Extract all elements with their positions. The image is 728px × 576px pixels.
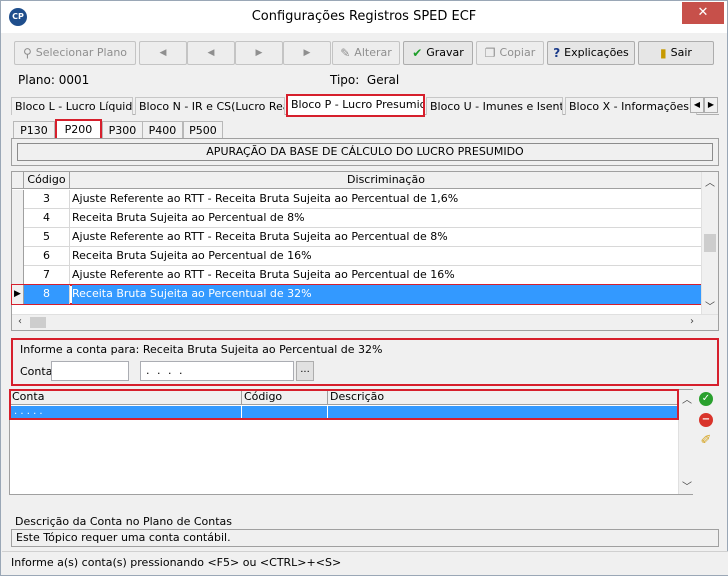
section-panel: APURAÇÃO DA BASE DE CÁLCULO DO LUCRO PRE… — [11, 138, 719, 166]
edit-document-icon: ✎ — [340, 46, 351, 60]
exit-door-icon: ▮ — [660, 46, 667, 60]
tab-bloco-u[interactable]: Bloco U - Imunes e Isentas — [426, 97, 563, 115]
descricao-conta-label: Descrição da Conta no Plano de Contas — [15, 515, 233, 528]
row-code: 3 — [24, 190, 70, 209]
grid-header: Código Discriminação — [12, 172, 718, 189]
vertical-scrollbar[interactable]: ︿ ﹀ — [701, 172, 718, 314]
scroll-thumb[interactable] — [30, 317, 46, 328]
row-description: Ajuste Referente ao RTT - Receita Bruta … — [72, 192, 459, 205]
help-icon: ? — [553, 46, 561, 60]
window-title: Configurações Registros SPED ECF — [251, 9, 477, 24]
tab-p500[interactable]: P500 — [183, 121, 223, 139]
row-description: Receita Bruta Sujeita ao Percentual de 3… — [72, 285, 702, 304]
table-row[interactable]: 4 Receita Bruta Sujeita ao Percentual de… — [12, 209, 702, 228]
accounts-vertical-scrollbar[interactable]: ︿ ﹀ — [678, 390, 695, 494]
search-user-icon: ⚲ — [22, 46, 32, 60]
row-description: Receita Bruta Sujeita ao Percentual de 8… — [72, 211, 305, 224]
arrow-right-icon: ▶ — [303, 48, 311, 58]
tab-p400[interactable]: P400 — [142, 121, 183, 139]
table-row[interactable]: 5 Ajuste Referente ao RTT - Receita Brut… — [12, 228, 702, 247]
chevron-up-icon[interactable]: ︿ — [702, 174, 718, 189]
tab-bloco-n[interactable]: Bloco N - IR e CS(Lucro Real) — [135, 97, 285, 115]
tab-p200[interactable]: P200 — [55, 119, 102, 141]
tab-p300[interactable]: P300 — [102, 121, 143, 139]
row-code: 5 — [24, 228, 70, 247]
copiar-label: Copiar — [499, 46, 536, 59]
plano-label: Plano: 0001 — [18, 73, 90, 87]
arrow-left-icon: ◀ — [159, 48, 167, 58]
add-account-icon[interactable]: ✓ — [699, 392, 713, 406]
chevron-down-icon[interactable]: ﹀ — [679, 478, 695, 493]
tipo-label: Tipo: Geral — [330, 73, 400, 87]
main-window: CP Configurações Registros SPED ECF ✕ ⚲ S… — [0, 0, 728, 576]
tab-bloco-p[interactable]: Bloco P - Lucro Presumido — [286, 94, 425, 117]
gravar-button[interactable]: ✔ Gravar — [403, 41, 473, 65]
column-header-codigo[interactable]: Código — [24, 172, 70, 189]
row-description: Ajuste Referente ao RTT - Receita Bruta … — [72, 268, 455, 281]
checkmark-icon: ✔ — [412, 46, 423, 60]
conta-label: Conta — [20, 365, 53, 378]
row-code: 7 — [24, 266, 70, 285]
section-heading: APURAÇÃO DA BASE DE CÁLCULO DO LUCRO PRE… — [17, 143, 713, 161]
gravar-label: Gravar — [426, 46, 464, 59]
nav-next-button[interactable]: ▶ — [235, 41, 283, 65]
row-description: Ajuste Referente ao RTT - Receita Bruta … — [72, 230, 448, 243]
tab-bloco-l[interactable]: Bloco L - Lucro Líquido — [11, 97, 133, 115]
sair-button[interactable]: ▮ Sair — [638, 41, 714, 65]
nav-last-button[interactable]: ▶ — [283, 41, 331, 65]
tab-scroll-left-button[interactable]: ◀ — [690, 97, 704, 113]
column-header-discriminacao[interactable]: Discriminação — [70, 172, 702, 189]
arrow-left-icon: ◀ — [207, 48, 215, 58]
topics-grid[interactable]: Código Discriminação 3 Ajuste Referente … — [11, 171, 719, 331]
tab-p130[interactable]: P130 — [13, 121, 55, 139]
informe-conta-title: Informe a conta para: Receita Bruta Suje… — [20, 343, 383, 356]
bloco-tab-strip: Bloco L - Lucro Líquido Bloco N - IR e C… — [11, 94, 719, 117]
table-row-selected[interactable]: ▶ 8 Receita Bruta Sujeita ao Percentual … — [11, 284, 703, 305]
tab-bloco-x[interactable]: Bloco X - Informações E — [565, 97, 697, 115]
row-code: 6 — [24, 247, 70, 266]
informe-conta-panel: Informe a conta para: Receita Bruta Suje… — [11, 338, 719, 386]
row-code: 4 — [24, 209, 70, 228]
row-description: Receita Bruta Sujeita ao Percentual de 1… — [72, 249, 312, 262]
nav-first-button[interactable]: ◀ — [139, 41, 187, 65]
tab-scroll-right-button[interactable]: ▶ — [704, 97, 718, 113]
scroll-thumb[interactable] — [704, 234, 716, 252]
selecionar-plano-button[interactable]: ⚲ Selecionar Plano — [14, 41, 136, 65]
arrow-right-icon: ▶ — [255, 48, 263, 58]
conta-input[interactable] — [51, 361, 129, 381]
arrow-left-icon: ◀ — [693, 100, 701, 109]
table-row[interactable]: 7 Ajuste Referente ao RTT - Receita Brut… — [12, 266, 702, 285]
row-pointer-icon: ▶ — [12, 285, 24, 304]
browse-conta-button[interactable]: ... — [296, 361, 314, 381]
table-row[interactable]: 6 Receita Bruta Sujeita ao Percentual de… — [12, 247, 702, 266]
remove-account-icon[interactable]: − — [699, 413, 713, 427]
copy-icon: ❐ — [484, 46, 496, 60]
chevron-up-icon[interactable]: ︿ — [679, 391, 695, 406]
explicacoes-label: Explicações — [564, 46, 629, 59]
nav-prev-button[interactable]: ◀ — [187, 41, 235, 65]
accounts-highlight-frame — [9, 389, 679, 420]
row-code: 8 — [24, 285, 70, 304]
selecionar-plano-label: Selecionar Plano — [35, 46, 128, 59]
grid-header-indicator — [12, 172, 24, 189]
horizontal-scrollbar[interactable]: ‹ › — [12, 314, 718, 330]
conta-mask-input[interactable]: . . . . — [140, 361, 294, 381]
table-row[interactable]: 3 Ajuste Referente ao RTT - Receita Brut… — [12, 190, 702, 209]
copiar-button[interactable]: ❐ Copiar — [476, 41, 544, 65]
arrow-right-icon: ▶ — [707, 100, 715, 109]
alterar-label: Alterar — [354, 46, 392, 59]
chevron-left-icon[interactable]: ‹ — [12, 316, 28, 327]
eraser-icon[interactable]: ✐ — [699, 434, 713, 448]
status-bar: Informe a(s) conta(s) pressionando <F5> … — [2, 551, 728, 575]
close-window-button[interactable]: ✕ — [682, 2, 724, 24]
chevron-right-icon[interactable]: › — [684, 316, 700, 327]
title-bar: CP Configurações Registros SPED ECF ✕ — [1, 1, 727, 33]
explicacoes-button[interactable]: ? Explicações — [547, 41, 635, 65]
sair-label: Sair — [670, 46, 692, 59]
alterar-button[interactable]: ✎ Alterar — [332, 41, 400, 65]
chevron-down-icon[interactable]: ﹀ — [702, 298, 718, 313]
descricao-conta-text: Este Tópico requer uma conta contábil. — [11, 529, 719, 547]
